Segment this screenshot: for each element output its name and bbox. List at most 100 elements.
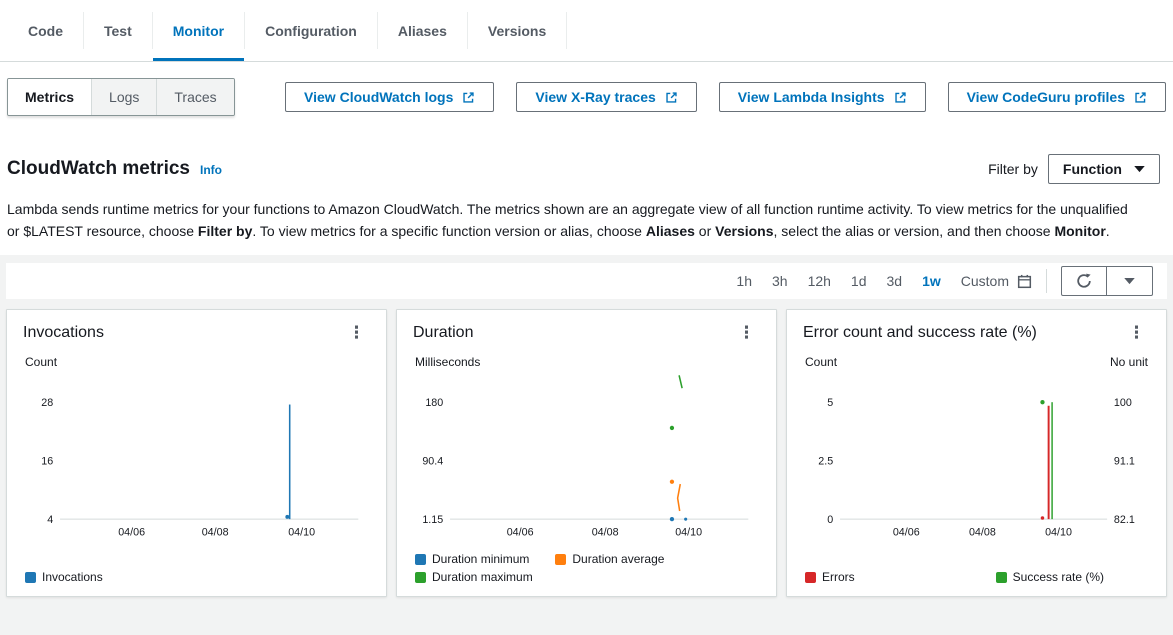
description: Lambda sends runtime metrics for your fu… <box>7 198 1135 242</box>
x-axis-tick-label: 04/08 <box>202 527 229 539</box>
range-12h[interactable]: 12h <box>808 273 831 289</box>
chart-title: Duration <box>413 324 473 342</box>
tab-versions[interactable]: Versions <box>468 0 566 61</box>
tab-divider <box>566 12 567 49</box>
tab-aliases[interactable]: Aliases <box>378 0 467 61</box>
custom-range-button[interactable]: Custom <box>961 273 1032 289</box>
chart-legend: Duration minimum Duration average Duration… <box>413 552 760 586</box>
chart-mark <box>678 484 681 511</box>
page-title-text: CloudWatch metrics <box>7 158 190 180</box>
tab-test[interactable]: Test <box>84 0 152 61</box>
caret-down-icon <box>1134 166 1145 173</box>
y-axis-tick-label: 180 <box>425 397 443 409</box>
chart-canvas: 2816404/0604/0804/10 <box>23 371 370 550</box>
legend-label: Success rate (%) <box>1013 570 1104 584</box>
right-y-axis-tick-label: 100 <box>1114 397 1132 409</box>
time-range-options: 1h 3h 12h 1d 3d 1w Custom <box>736 273 1032 289</box>
refresh-icon <box>1076 273 1092 289</box>
view-xray-traces-button[interactable]: View X-Ray traces <box>516 82 696 112</box>
legend-swatch <box>415 572 426 583</box>
monitor-toolbar-row: Metrics Logs Traces View CloudWatch logs… <box>7 78 1166 116</box>
filter-by-label: Filter by <box>988 161 1038 177</box>
axis-unit-row: Milliseconds <box>413 355 760 369</box>
chart-legend: Errors Success rate (%) <box>803 570 1150 586</box>
legend-label: Invocations <box>42 570 103 584</box>
chart-mark <box>679 375 682 388</box>
chart-mark <box>670 480 674 484</box>
subtab-metrics[interactable]: Metrics <box>8 79 91 115</box>
y-axis-unit-label: Milliseconds <box>415 355 480 369</box>
chart-card-header: Invocations ⋮ <box>23 322 370 343</box>
tab-code[interactable]: Code <box>8 0 83 61</box>
legend-label: Errors <box>822 570 855 584</box>
right-y-axis-unit-label: No unit <box>1110 355 1148 369</box>
legend-item[interactable]: Duration minimum <box>415 552 529 566</box>
y-axis-tick-label: 28 <box>41 397 53 409</box>
chart-options-button[interactable]: ⋮ <box>343 322 370 343</box>
view-codeguru-profiles-button[interactable]: View CodeGuru profiles <box>948 82 1166 112</box>
chart-mark <box>285 515 289 519</box>
y-axis-tick-label: 0 <box>827 514 833 526</box>
chart-title: Invocations <box>23 324 104 342</box>
legend-swatch <box>996 572 1007 583</box>
legend-label: Duration minimum <box>432 552 529 566</box>
subtab-traces[interactable]: Traces <box>156 79 233 115</box>
refresh-options-dropdown[interactable] <box>1107 266 1153 296</box>
tab-monitor[interactable]: Monitor <box>153 0 244 61</box>
legend-item[interactable]: Success rate (%) <box>996 570 1104 584</box>
x-axis-tick-label: 04/10 <box>1045 527 1072 539</box>
external-link-icon <box>894 91 907 104</box>
view-lambda-insights-button[interactable]: View Lambda Insights <box>719 82 926 112</box>
info-link[interactable]: Info <box>200 163 222 177</box>
range-1h[interactable]: 1h <box>736 273 752 289</box>
button-label: View CodeGuru profiles <box>967 89 1125 105</box>
range-1d[interactable]: 1d <box>851 273 867 289</box>
custom-range-label: Custom <box>961 273 1009 289</box>
page-title: CloudWatch metrics Info <box>7 158 222 180</box>
description-bold: Monitor <box>1054 223 1105 239</box>
legend-swatch <box>805 572 816 583</box>
subtab-logs[interactable]: Logs <box>91 79 156 115</box>
section-header-row: CloudWatch metrics Info Filter by Functi… <box>7 154 1166 184</box>
legend-label: Duration average <box>572 552 664 566</box>
metrics-section: 1h 3h 12h 1d 3d 1w Custom Invocations <box>0 255 1173 635</box>
legend-swatch <box>25 572 36 583</box>
legend-label: Duration maximum <box>432 570 533 584</box>
axis-unit-row: Count <box>23 355 370 369</box>
legend-item[interactable]: Errors <box>805 570 855 584</box>
refresh-button[interactable] <box>1061 266 1107 296</box>
legend-item[interactable]: Invocations <box>25 570 103 584</box>
right-y-axis-tick-label: 91.1 <box>1114 456 1135 468</box>
chart-mark <box>684 518 687 521</box>
x-axis-tick-label: 04/08 <box>969 527 996 539</box>
function-tab-bar: Code Test Monitor Configuration Aliases … <box>0 0 1173 62</box>
y-axis-tick-label: 90.4 <box>422 456 443 468</box>
duration-chart-card: Duration ⋮ Milliseconds 18090.41.1504/06… <box>396 309 777 597</box>
axis-unit-row: Count No unit <box>803 355 1150 369</box>
caret-down-icon <box>1124 278 1135 285</box>
range-3h[interactable]: 3h <box>772 273 788 289</box>
button-label: View X-Ray traces <box>535 89 655 105</box>
external-link-icon <box>462 91 475 104</box>
button-label: View CloudWatch logs <box>304 89 453 105</box>
chart-mark <box>1040 400 1044 404</box>
description-bold: Aliases <box>646 223 695 239</box>
x-axis-tick-label: 04/10 <box>288 527 315 539</box>
description-text: or <box>695 223 715 239</box>
chart-canvas: 18090.41.1504/0604/0804/10 <box>413 371 760 550</box>
error-success-chart-card: Error count and success rate (%) ⋮ Count… <box>786 309 1167 597</box>
tab-configuration[interactable]: Configuration <box>245 0 377 61</box>
filter-by-dropdown[interactable]: Function <box>1048 154 1160 184</box>
description-text: . To view metrics for a specific functio… <box>252 223 645 239</box>
range-3d[interactable]: 3d <box>887 273 903 289</box>
chart-mark <box>1041 516 1045 520</box>
right-y-axis-tick-label: 82.1 <box>1114 514 1135 526</box>
y-axis-tick-label: 16 <box>41 456 53 468</box>
range-1w[interactable]: 1w <box>922 273 941 289</box>
y-axis-unit-label: Count <box>805 355 837 369</box>
view-cloudwatch-logs-button[interactable]: View CloudWatch logs <box>285 82 494 112</box>
chart-options-button[interactable]: ⋮ <box>733 322 760 343</box>
chart-options-button[interactable]: ⋮ <box>1123 322 1150 343</box>
legend-item[interactable]: Duration maximum <box>415 570 533 584</box>
legend-item[interactable]: Duration average <box>555 552 664 566</box>
